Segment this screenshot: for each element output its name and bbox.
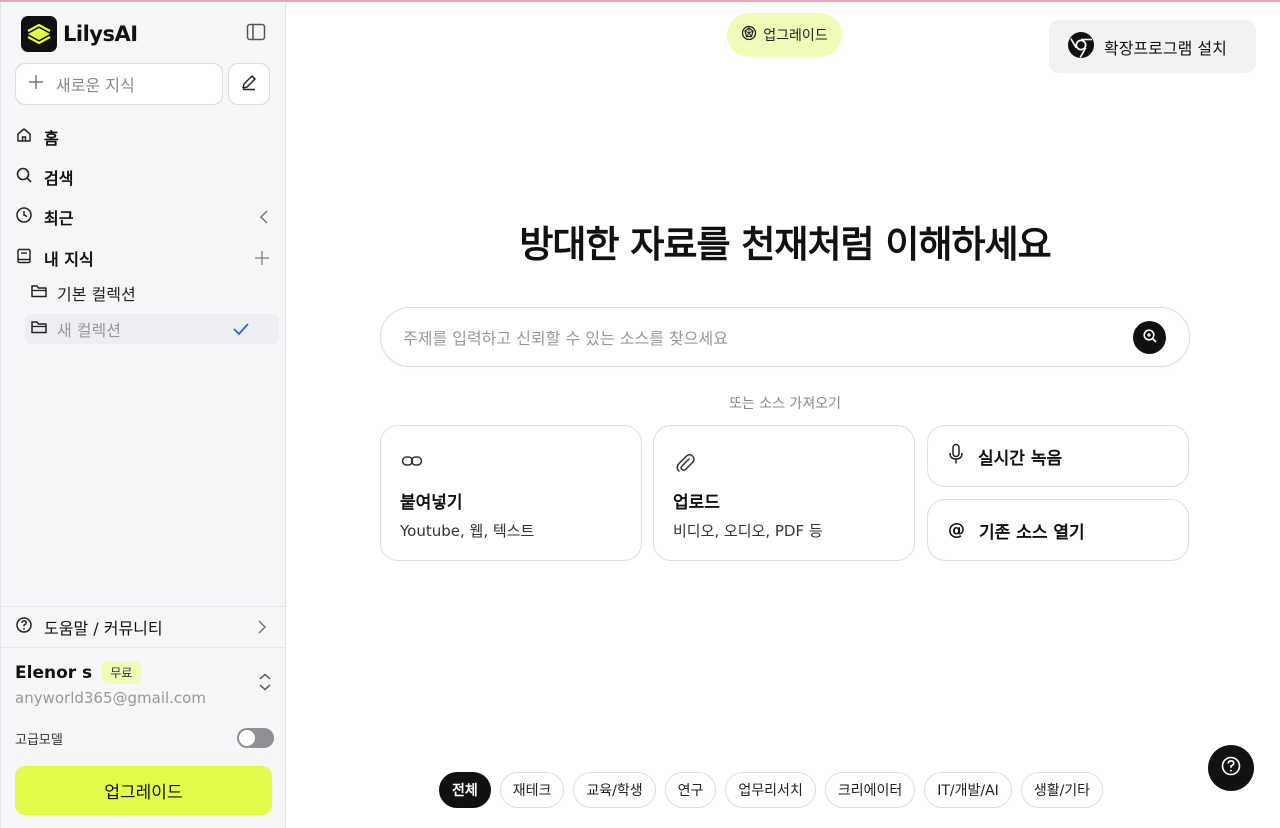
lilys-logo-icon	[21, 16, 57, 52]
home-icon	[15, 126, 33, 148]
zoom-search-icon	[1142, 328, 1158, 348]
category-chip[interactable]: 업무리서치	[725, 772, 816, 808]
brand-name: LilysAI	[63, 22, 138, 46]
sidebar: LilysAI 새로운 지식 홈 검색 최근 내 지식 기본 컬렉션 새 컬렉션…	[0, 2, 286, 828]
folder-icon	[30, 283, 48, 303]
category-chip[interactable]: IT/개발/AI	[924, 772, 1012, 808]
user-name: Elenor s	[15, 662, 93, 683]
confirm-check-icon[interactable]	[231, 319, 251, 343]
advanced-model-label: 고급모델	[15, 733, 63, 748]
chrome-icon	[1067, 31, 1095, 63]
upload-card-title: 업로드	[673, 493, 720, 513]
help-community-button[interactable]: 도움말 / 커뮤니티	[1, 606, 285, 648]
search-icon	[15, 166, 33, 188]
chevron-left-icon[interactable]	[257, 208, 271, 230]
collection-name-input[interactable]: 새 컬렉션	[57, 317, 121, 341]
category-chips: 전체 재테크 교육/학생 연구 업무리서치 크리에이터 IT/개발/AI 생활/…	[439, 772, 1104, 808]
sidebar-item-search[interactable]: 검색	[15, 161, 273, 193]
or-import-label: 또는 소스 가져오기	[729, 396, 841, 412]
sidebar-item-label: 검색	[44, 169, 74, 188]
new-knowledge-label: 새로운 지식	[56, 76, 135, 95]
install-extension-label: 확장프로그램 설치	[1104, 38, 1227, 58]
category-chip[interactable]: 전체	[439, 772, 491, 808]
folder-icon	[30, 319, 48, 339]
source-search-bar	[380, 307, 1190, 367]
category-chip[interactable]: 크리에이터	[824, 772, 916, 808]
user-email: anyworld365@gmail.com	[15, 689, 206, 707]
plus-icon	[28, 74, 44, 94]
paste-card-subtitle: Youtube, 웹, 텍스트	[400, 522, 535, 540]
sidebar-item-home[interactable]: 홈	[15, 121, 273, 153]
install-extension-button[interactable]: 확장프로그램 설치	[1049, 20, 1256, 73]
page-headline: 방대한 자료를 천재처럼 이해하세요	[519, 223, 1051, 266]
category-chip[interactable]: 재테크	[499, 772, 565, 808]
sidebar-item-label: 최근	[44, 209, 74, 228]
upgrade-pill-label: 업그레이드	[763, 28, 828, 44]
chevron-right-icon	[255, 618, 269, 640]
advanced-model-toggle[interactable]	[237, 728, 274, 748]
upload-card-subtitle: 비디오, 오디오, PDF 등	[673, 522, 823, 540]
book-icon	[15, 247, 33, 269]
new-note-button[interactable]	[228, 63, 270, 105]
sidebar-item-label: 내 지식	[44, 250, 94, 269]
sidebar-item-label: 홈	[44, 129, 59, 148]
collection-item-default[interactable]: 기본 컬렉션	[25, 278, 279, 308]
brand[interactable]: LilysAI	[21, 16, 138, 52]
upload-source-card[interactable]: 업로드 비디오, 오디오, PDF 등	[653, 425, 915, 561]
sidebar-collapse-icon[interactable]	[245, 21, 267, 43]
collection-label: 기본 컬렉션	[57, 285, 136, 304]
user-account[interactable]: Elenor s 무료	[15, 661, 142, 684]
open-existing-label: 기존 소스 열기	[979, 522, 1085, 543]
search-submit-button[interactable]	[1133, 321, 1166, 354]
link-icon	[401, 452, 423, 474]
source-search-input[interactable]	[403, 326, 1103, 350]
at-sign-icon: @	[948, 520, 965, 540]
help-label: 도움말 / 커뮤니티	[44, 619, 163, 638]
plan-badge: 무료	[101, 661, 142, 684]
upgrade-pill-button[interactable]: 업그레이드	[727, 13, 842, 57]
add-collection-plus-icon[interactable]	[253, 249, 271, 271]
microphone-icon	[948, 443, 964, 470]
category-chip[interactable]: 연구	[664, 772, 717, 808]
paste-card-title: 붙여넣기	[400, 493, 463, 513]
gem-icon	[741, 25, 757, 45]
clock-icon	[15, 206, 33, 228]
sidebar-item-my-knowledge[interactable]: 내 지식	[15, 242, 273, 274]
live-recording-label: 실시간 녹음	[978, 448, 1063, 469]
new-knowledge-button[interactable]: 새로운 지식	[15, 63, 223, 105]
category-chip[interactable]: 생활/기타	[1020, 772, 1104, 808]
question-circle-icon	[1220, 755, 1242, 781]
toggle-knob	[239, 730, 255, 746]
collection-item-new[interactable]: 새 컬렉션	[25, 314, 279, 344]
paperclip-icon	[674, 452, 696, 478]
category-chip[interactable]: 교육/학생	[573, 772, 656, 808]
pencil-icon	[240, 73, 258, 95]
question-circle-icon	[15, 616, 33, 638]
live-recording-card[interactable]: 실시간 녹음	[927, 425, 1189, 487]
sidebar-item-recent[interactable]: 최근	[15, 201, 273, 233]
upgrade-button[interactable]: 업그레이드	[15, 766, 272, 815]
open-existing-source-card[interactable]: @ 기존 소스 열기	[927, 499, 1189, 561]
help-floating-button[interactable]	[1208, 745, 1254, 791]
chevron-updown-icon[interactable]	[257, 672, 273, 696]
paste-source-card[interactable]: 붙여넣기 Youtube, 웹, 텍스트	[380, 425, 642, 561]
